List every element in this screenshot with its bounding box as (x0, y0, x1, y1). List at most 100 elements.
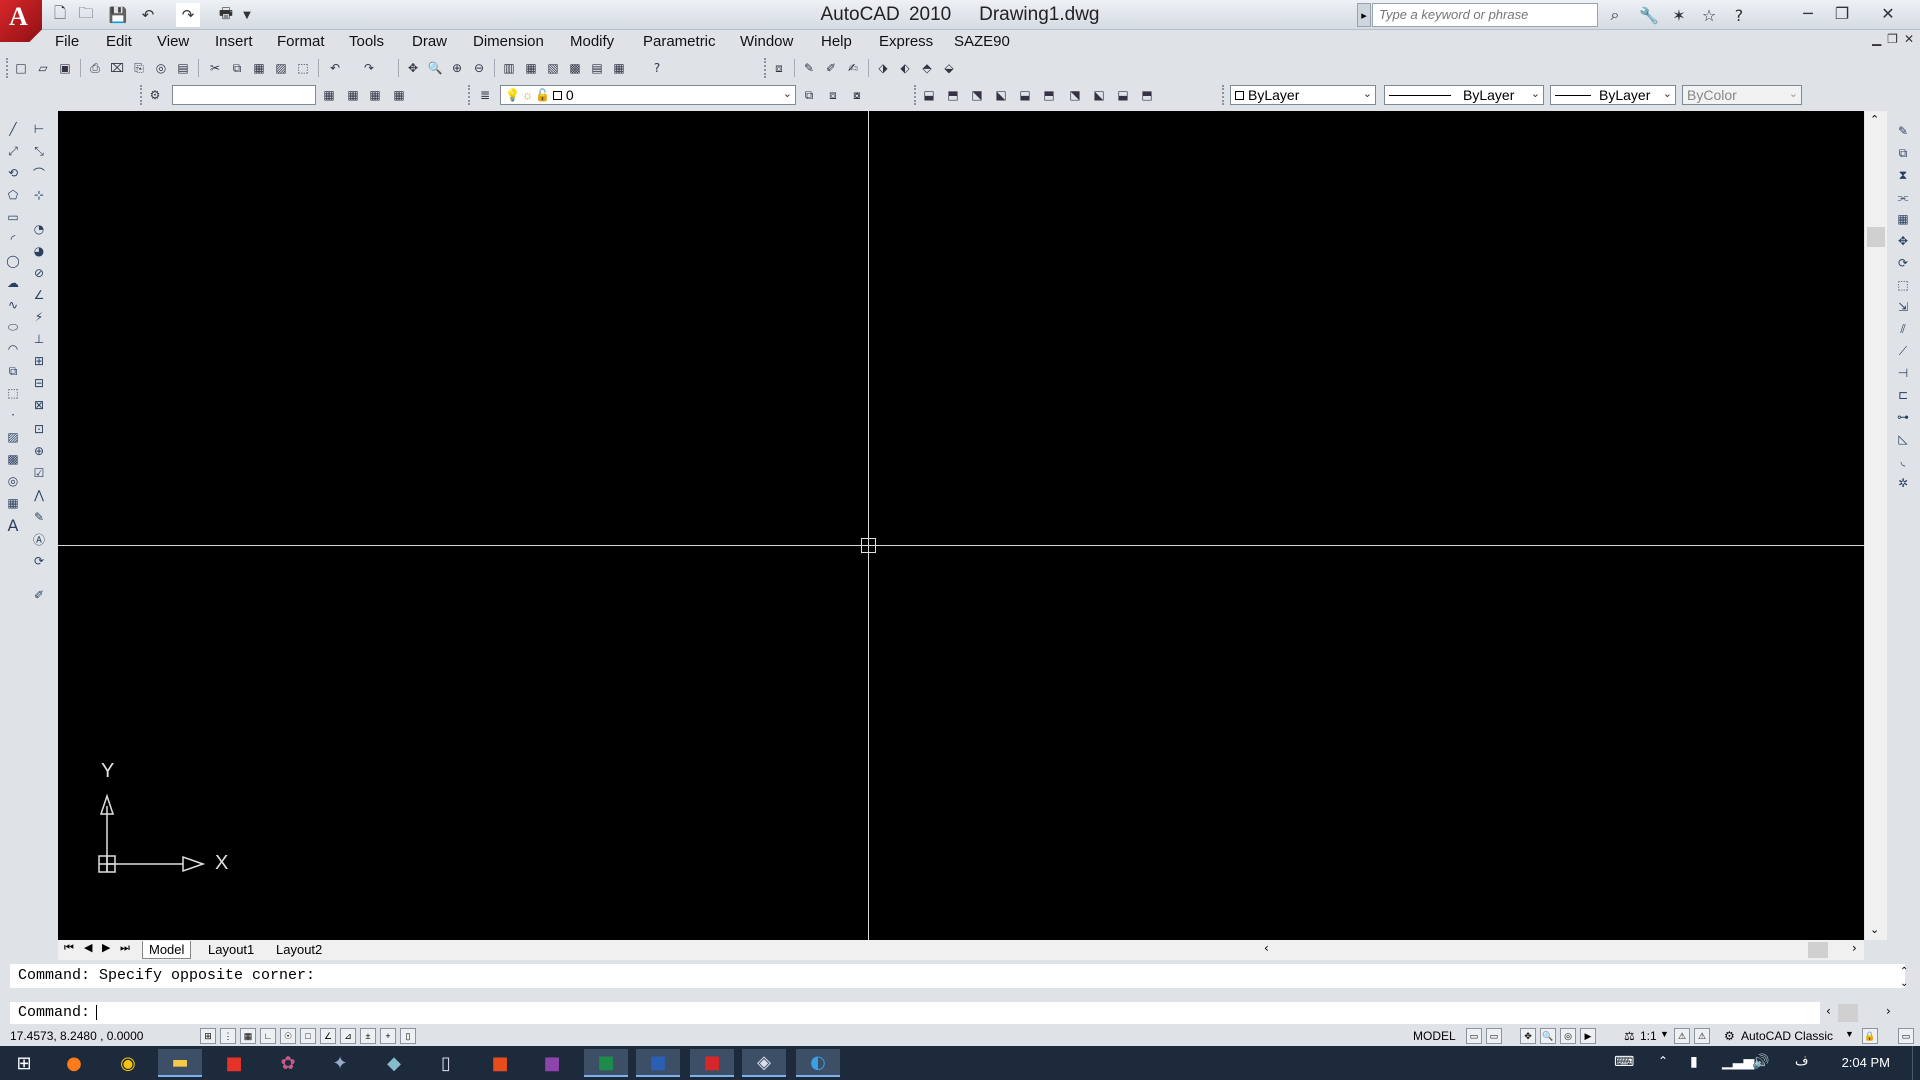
undo-icon[interactable]: ↶ (326, 59, 344, 77)
jogged-linear-icon[interactable]: ⋀ (30, 486, 48, 504)
command-scroll-thumb[interactable] (1838, 1004, 1858, 1022)
network-icon[interactable]: ▁▃▅ (1722, 1054, 1754, 1070)
menu-window[interactable]: Window (740, 33, 793, 50)
layer-previous-icon[interactable]: ⧈ (770, 59, 788, 77)
quick-properties-icon[interactable]: ▯ (400, 1028, 416, 1044)
scale-icon[interactable]: ⬚ (1894, 276, 1912, 294)
layer-states-icon[interactable]: ⧇ (848, 86, 866, 104)
next-tab-icon[interactable]: ▶ (102, 941, 110, 954)
workspace-combo[interactable] (172, 85, 316, 105)
firefox-icon[interactable]: ● (52, 1049, 96, 1077)
zoom-window-icon[interactable]: ⊕ (448, 59, 466, 77)
command-scroll-down-icon[interactable]: ⌄ (1900, 978, 1908, 989)
app-icon-5[interactable]: ✿ (266, 1049, 310, 1077)
workspace-icon[interactable]: ⚙ (146, 86, 164, 104)
break-at-point-icon[interactable]: ⊣ (1894, 364, 1912, 382)
polar-tracking-icon[interactable]: ☉ (280, 1028, 296, 1044)
erase-icon[interactable]: ✎ (1894, 122, 1912, 140)
dimension-text-edit-icon[interactable]: Ⓐ (30, 530, 48, 548)
scroll-right-icon[interactable]: › (1852, 941, 1857, 955)
app-icon-6[interactable]: ✦ (318, 1049, 362, 1077)
arc-length-icon[interactable]: ⌒ (30, 164, 48, 182)
keyboard-icon[interactable]: ⌨ (1614, 1054, 1634, 1070)
dynamic-ucs-icon[interactable]: ⊿ (340, 1028, 356, 1044)
circle-icon[interactable]: ◯ (4, 252, 22, 270)
previous-tab-icon[interactable]: ◀ (84, 941, 92, 954)
express-tool-6-icon[interactable]: ⬘ (918, 59, 936, 77)
last-tab-icon[interactable]: ⏭ (120, 941, 130, 955)
linear-dimension-icon[interactable]: ⊢ (30, 120, 48, 138)
menu-modify[interactable]: Modify (570, 33, 614, 50)
layer-tool-10-icon[interactable]: ⬒ (1138, 86, 1156, 104)
zoom-realtime-icon[interactable]: 🔍 (426, 59, 444, 77)
horizontal-scroll-thumb[interactable] (1808, 942, 1828, 958)
break-icon[interactable]: ⊏ (1894, 386, 1912, 404)
file-explorer-icon[interactable]: ▬ (158, 1049, 202, 1077)
polyline-icon[interactable]: ⟲ (4, 164, 22, 182)
battery-icon[interactable]: ▮ (1690, 1054, 1698, 1070)
steering-wheel-icon[interactable]: ◎ (1560, 1028, 1576, 1044)
block-editor-icon[interactable]: ⬚ (294, 59, 312, 77)
trim-icon[interactable]: ⫽ (1894, 320, 1912, 338)
continue-dimension-icon[interactable]: ⊞ (30, 352, 48, 370)
mirror-icon[interactable]: ⧗ (1894, 166, 1912, 184)
paste-icon[interactable]: ▦ (250, 59, 268, 77)
angular-dimension-icon[interactable]: ∠ (30, 286, 48, 304)
menu-saze90[interactable]: SAZE90 (954, 33, 1010, 50)
open-icon[interactable]: ▱ (34, 59, 52, 77)
app-icon-8[interactable]: ▯ (424, 1049, 468, 1077)
clean-screen-icon[interactable]: ▭ (1898, 1028, 1914, 1044)
grid-display-icon[interactable]: ▦ (240, 1028, 256, 1044)
hatch-icon[interactable]: ▨ (4, 428, 22, 446)
infer-constraints-icon[interactable]: ⊞ (200, 1028, 216, 1044)
tolerance-icon[interactable]: ⊡ (30, 420, 48, 438)
menu-dimension[interactable]: Dimension (473, 33, 544, 50)
help-icon[interactable]: ? (648, 59, 666, 77)
menu-file[interactable]: File (55, 33, 79, 50)
chamfer-icon[interactable]: ◺ (1894, 430, 1912, 448)
express-tool-1-icon[interactable]: ✎ (800, 59, 818, 77)
onenote-icon[interactable]: ■ (530, 1049, 574, 1077)
layer-combo[interactable]: 💡 ☼ 🔓 0 ⌄ (500, 85, 796, 105)
excel-icon[interactable]: ■ (584, 1049, 628, 1077)
color-combo[interactable]: ByLayer ⌄ (1230, 85, 1376, 105)
tab-layout2[interactable]: Layout2 (270, 941, 328, 959)
sheet-set-icon[interactable]: ▤ (174, 59, 192, 77)
menu-insert[interactable]: Insert (215, 33, 253, 50)
restore-button[interactable]: ❐ (1822, 0, 1862, 26)
save-icon[interactable]: 💾 (106, 3, 130, 27)
drawing-area[interactable]: Y X (58, 111, 1864, 940)
linetype-combo[interactable]: ByLayer ⌄ (1384, 85, 1544, 105)
dynamic-input-icon[interactable]: ± (360, 1028, 376, 1044)
zoom-status-icon[interactable]: 🔍 (1540, 1028, 1556, 1044)
spline-icon[interactable]: ∿ (4, 296, 22, 314)
quickcalc-icon[interactable]: ▦ (610, 59, 628, 77)
favorites-star-icon[interactable]: ☆ (1696, 3, 1722, 27)
array-icon[interactable]: ▦ (1894, 210, 1912, 228)
text-style-icon[interactable]: ▦ (320, 86, 338, 104)
publish-icon[interactable]: ⎘ (130, 59, 148, 77)
subscription-center-icon[interactable]: 🔧 (1636, 3, 1662, 27)
point-icon[interactable]: · (4, 406, 22, 424)
region-icon[interactable]: ◎ (4, 472, 22, 490)
app-icon-7[interactable]: ◆ (372, 1049, 416, 1077)
doc-minimize-icon[interactable]: ▁ (1872, 32, 1881, 46)
extend-icon[interactable]: ⟋ (1894, 342, 1912, 360)
word-icon[interactable]: ■ (636, 1049, 680, 1077)
menu-parametric[interactable]: Parametric (643, 33, 716, 50)
command-scroll-right-icon[interactable]: › (1886, 1004, 1891, 1018)
plot-icon[interactable]: ⎙ (86, 59, 104, 77)
coordinate-display[interactable]: 17.4573, 8.2480 , 0.0000 (10, 1029, 143, 1043)
language-icon[interactable]: ف (1795, 1054, 1808, 1069)
showmotion-icon[interactable]: ▶ (1580, 1028, 1596, 1044)
ellipse-arc-icon[interactable]: ◠ (4, 340, 22, 358)
taskbar-clock[interactable]: 2:04 PM (1842, 1055, 1890, 1070)
radius-dimension-icon[interactable]: ◔ (30, 220, 48, 238)
center-mark-icon[interactable]: ⊕ (30, 442, 48, 460)
app-c-icon[interactable]: ■ (212, 1049, 256, 1077)
quick-view-drawings-icon[interactable]: ▭ (1486, 1028, 1502, 1044)
open-folder-icon[interactable]: 🗀 (74, 3, 98, 27)
menu-draw[interactable]: Draw (412, 33, 447, 50)
scroll-thumb[interactable] (1867, 227, 1885, 247)
search-expand-icon[interactable]: ▸ (1357, 3, 1371, 27)
